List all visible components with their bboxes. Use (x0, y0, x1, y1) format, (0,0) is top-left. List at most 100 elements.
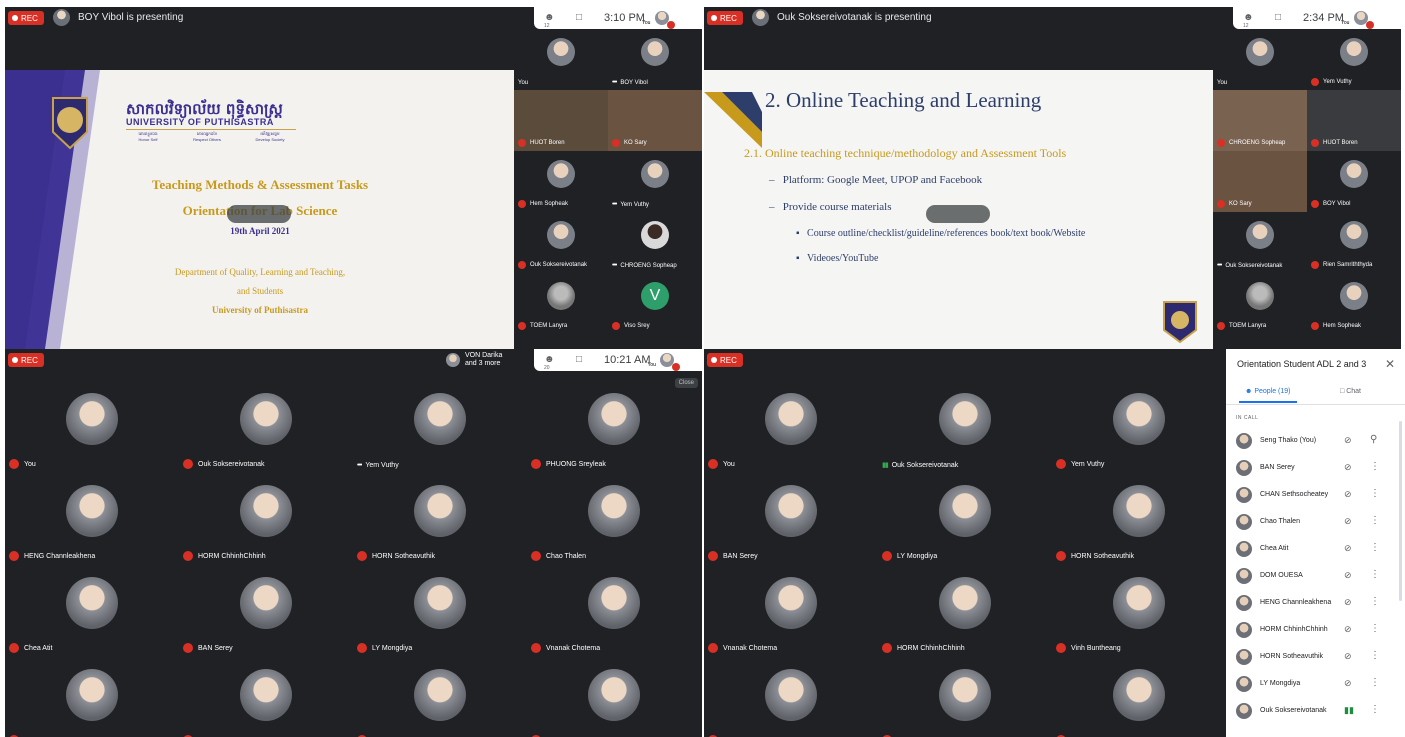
participant-tile[interactable]: DOM OUESA (179, 657, 353, 737)
participant-tile[interactable]: Vinh Buntheang (5, 657, 179, 737)
participant-tile[interactable]: Yem Vuthy (1052, 381, 1226, 473)
tile[interactable]: ••• CHROENG Sopheap (608, 212, 702, 273)
participant-tile[interactable]: HORN Sotheavuthik (353, 473, 527, 565)
more-options-icon[interactable]: ⋮ (1370, 596, 1380, 607)
participant-tile[interactable]: Ouk Soksereivotanak (179, 381, 353, 473)
more-options-icon[interactable]: ⋮ (1370, 488, 1380, 499)
participant-tile[interactable]: Vinh Buntheang (1052, 565, 1226, 657)
tile[interactable]: You (514, 29, 608, 90)
participant-tile[interactable]: HENG Channleakhena (5, 473, 179, 565)
participant-tile[interactable]: LY Mongdiya (353, 565, 527, 657)
participant-tile[interactable]: PHUONG Sreyleak (878, 657, 1052, 737)
participant-tile[interactable]: Vnanak Chotema (704, 565, 878, 657)
more-options-icon[interactable]: ⋮ (1370, 677, 1380, 688)
tab-people[interactable]: ☻ People (19) (1239, 388, 1296, 403)
participant-row[interactable]: CHAN Sethsocheatey ⊘ ⋮ (1226, 482, 1405, 509)
avatar (1236, 487, 1252, 503)
participant-row[interactable]: Seng Thako (You) ⊘ ⚲ (1226, 428, 1405, 455)
participant-row[interactable]: BAN Serey ⊘ ⋮ (1226, 455, 1405, 482)
participant-tile[interactable]: You (704, 381, 878, 473)
participant-name: HORN Sotheavuthik (1260, 653, 1324, 660)
people-icon[interactable]: ☻20 (544, 354, 558, 371)
more-options-icon[interactable]: ⋮ (1370, 542, 1380, 553)
more-options-icon[interactable]: ⋮ (1370, 461, 1380, 472)
participant-tile[interactable]: VON Darika (1052, 657, 1226, 737)
chat-icon[interactable]: □ (576, 12, 590, 24)
participant-row[interactable]: Chao Thalen ⊘ ⋮ (1226, 509, 1405, 536)
participant-tile[interactable]: BAN Serey (704, 473, 878, 565)
tile[interactable]: TOEM Lanyra (1213, 273, 1307, 334)
more-options-icon[interactable]: ⋮ (1370, 515, 1380, 526)
self-avatar[interactable]: You (1341, 11, 1374, 29)
participant-tile[interactable]: PHUONG Sreyleak (527, 381, 701, 473)
participant-tile[interactable]: TOEM Lanyra (704, 657, 878, 737)
participant-row[interactable]: Ouk Soksereivotanak ▮▮ ⋮ (1226, 698, 1405, 725)
participant-tile[interactable]: Vnanak Chotema (527, 565, 701, 657)
participant-tile[interactable]: You (5, 381, 179, 473)
participant-name: HENG Channleakhena (1260, 599, 1332, 606)
participant-tile[interactable]: ••• Yem Vuthy (353, 381, 527, 473)
scrollbar[interactable] (1399, 421, 1402, 601)
tile[interactable]: V Viso Srey (608, 273, 702, 334)
tile[interactable]: ••• Yem Vuthy (608, 151, 702, 212)
pin-icon[interactable]: ⚲ (1370, 434, 1377, 445)
more-options-icon[interactable]: ⋮ (1370, 623, 1380, 634)
tile[interactable]: KO Sary (608, 90, 702, 151)
tile[interactable]: TOEM Lanyra (514, 273, 608, 334)
participant-tile[interactable]: HORN Sotheavuthik (1052, 473, 1226, 565)
participant-tile[interactable]: ▮▮ Ouk Soksereivotanak (878, 381, 1052, 473)
avatar (547, 282, 575, 310)
participant-row[interactable]: Chea Atit ⊘ ⋮ (1226, 536, 1405, 563)
tile[interactable]: HUOT Boren (1307, 90, 1401, 151)
tile[interactable]: You (1213, 29, 1307, 90)
participant-tile[interactable]: BAN Serey (179, 565, 353, 657)
tile[interactable]: KO Sary (1213, 151, 1307, 212)
participant-name: DOM OUESA (1260, 572, 1303, 579)
rec-label: REC (720, 13, 737, 23)
presenter-summary[interactable]: VON Darika and 3 more (446, 351, 502, 369)
people-icon[interactable]: ☻12 (544, 12, 558, 29)
mic-off-icon: ⊘ (1344, 516, 1352, 526)
tile[interactable]: HUOT Boren (514, 90, 608, 151)
tile[interactable]: ••• BOY Vibol (608, 29, 702, 90)
tile[interactable]: CHROENG Sopheap (1213, 90, 1307, 151)
chat-icon[interactable]: □ (1275, 12, 1289, 24)
more-options-icon[interactable]: ⋮ (1370, 650, 1380, 661)
people-icon[interactable]: ☻12 (1243, 12, 1257, 29)
mic-off-icon (518, 322, 526, 330)
chat-icon[interactable]: □ (576, 354, 590, 366)
participant-tile[interactable]: Chao Thalen (527, 473, 701, 565)
participant-tile[interactable]: CHAN Sethsocheatey (353, 657, 527, 737)
panel-title: Orientation Student ADL 2 and 3 (1237, 359, 1367, 369)
self-avatar[interactable]: You (647, 353, 681, 371)
self-view-controls[interactable] (227, 205, 291, 223)
participant-row[interactable]: LY Mongdiya ⊘ ⋮ (1226, 671, 1405, 698)
tile[interactable]: ••• Ouk Soksereivotanak (1213, 212, 1307, 273)
participant-tile[interactable]: TOEM Lanyra (527, 657, 701, 737)
tile[interactable]: Ouk Soksereivotanak (514, 212, 608, 273)
more-options-icon[interactable]: ⋮ (1370, 569, 1380, 580)
mic-off-icon (1311, 261, 1319, 269)
close-icon[interactable]: ✕ (1385, 357, 1395, 371)
tile[interactable]: Hem Sopheak (514, 151, 608, 212)
tile[interactable]: Rien Samriththydа (1307, 212, 1401, 273)
participant-row[interactable]: HORN Sotheavuthik ⊘ ⋮ (1226, 644, 1405, 671)
participant-tile[interactable]: HORM ChhinhChhinh (179, 473, 353, 565)
tab-chat[interactable]: □ Chat (1340, 388, 1361, 395)
tile[interactable]: BOY Vibol (1307, 151, 1401, 212)
meeting-info-bar: ☻12 □ 2:34 PM You (1233, 7, 1401, 29)
participant-row[interactable]: DOM OUESA ⊘ ⋮ (1226, 563, 1405, 590)
tile[interactable]: Yem Vuthy (1307, 29, 1401, 90)
participant-tile[interactable]: HORM ChhinhChhinh (878, 565, 1052, 657)
participant-row[interactable]: HENG Channleakhena ⊘ ⋮ (1226, 590, 1405, 617)
participant-row[interactable]: HORM ChhinhChhinh ⊘ ⋮ (1226, 617, 1405, 644)
slide-uni-footer: University of Puthisastra (212, 305, 308, 315)
mic-off-icon (612, 139, 620, 147)
tile-name: Ouk Soksereivotanak (183, 459, 265, 469)
participant-tile[interactable]: LY Mongdiya (878, 473, 1052, 565)
self-avatar[interactable]: You (642, 11, 675, 29)
more-options-icon[interactable]: ⋮ (1370, 704, 1380, 715)
self-view-controls[interactable] (926, 205, 990, 223)
tile[interactable]: Hem Sopheak (1307, 273, 1401, 334)
participant-tile[interactable]: Chea Atit (5, 565, 179, 657)
